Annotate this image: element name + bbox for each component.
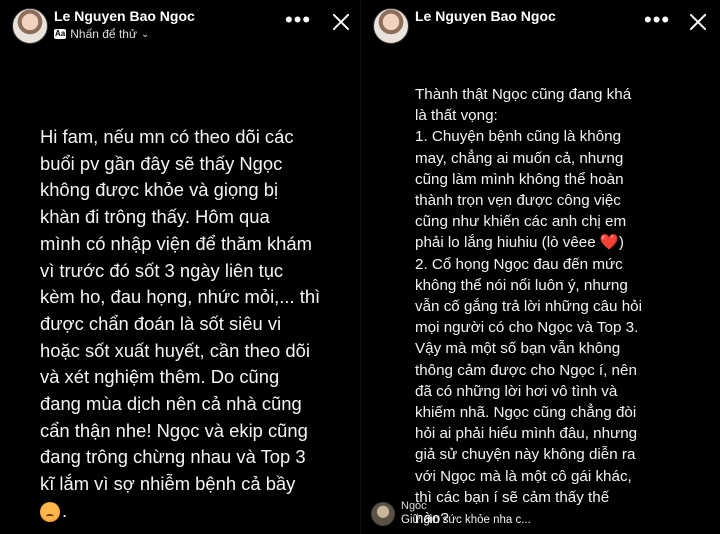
- profile-avatar[interactable]: [12, 8, 48, 44]
- chevron-down-icon: ⌄: [140, 28, 150, 40]
- story-panel-left: Le Nguyen Bao Ngoc Aa Nhấn để thử ⌄ ••• …: [0, 0, 360, 534]
- story-text-body: Hi fam, nếu mn có theo dõi các buổi pv g…: [40, 126, 321, 495]
- try-label: Nhấn để thử: [70, 27, 137, 41]
- story-header: Le Nguyen Bao Ngoc Aa Nhấn để thử ⌄ •••: [0, 0, 360, 54]
- reply-text: Giữ gìn sức khỏe nha c...: [401, 514, 531, 526]
- close-icon[interactable]: [331, 12, 351, 32]
- red-heart-icon: ❤️: [599, 234, 619, 252]
- story-text: Thành thật Ngọc cũng đang khá là thất vọ…: [415, 84, 715, 529]
- profile-avatar[interactable]: [373, 8, 409, 44]
- reply-avatar: [371, 502, 395, 526]
- pleading-face-emoji-icon: [40, 501, 60, 522]
- more-horizontal-icon[interactable]: •••: [285, 9, 311, 31]
- close-icon[interactable]: [688, 12, 708, 32]
- text-style-badge-icon: Aa: [54, 29, 67, 39]
- story-text-tail: .: [62, 499, 68, 521]
- story-subtitle[interactable]: Aa Nhấn để thử ⌄: [54, 27, 149, 41]
- reply-name: Ngoc: [401, 500, 427, 512]
- profile-name[interactable]: Le Nguyen Bao Ngoc: [415, 8, 556, 24]
- profile-name[interactable]: Le Nguyen Bao Ngoc: [54, 8, 195, 24]
- story-text: Hi fam, nếu mn có theo dõi các buổi pv g…: [40, 124, 340, 525]
- story-text-part2: ) 2. Cổ họng Ngọc đau đến mức không thể …: [415, 234, 642, 528]
- story-panel-right: Le Nguyen Bao Ngoc ••• Thành thật Ngọc c…: [360, 0, 720, 534]
- reply-preview[interactable]: Ngoc Giữ gìn sức khỏe nha c...: [371, 500, 711, 530]
- story-text-part1: Thành thật Ngọc cũng đang khá là thất vọ…: [415, 86, 632, 252]
- story-header: Le Nguyen Bao Ngoc •••: [361, 0, 720, 54]
- more-horizontal-icon[interactable]: •••: [644, 9, 670, 31]
